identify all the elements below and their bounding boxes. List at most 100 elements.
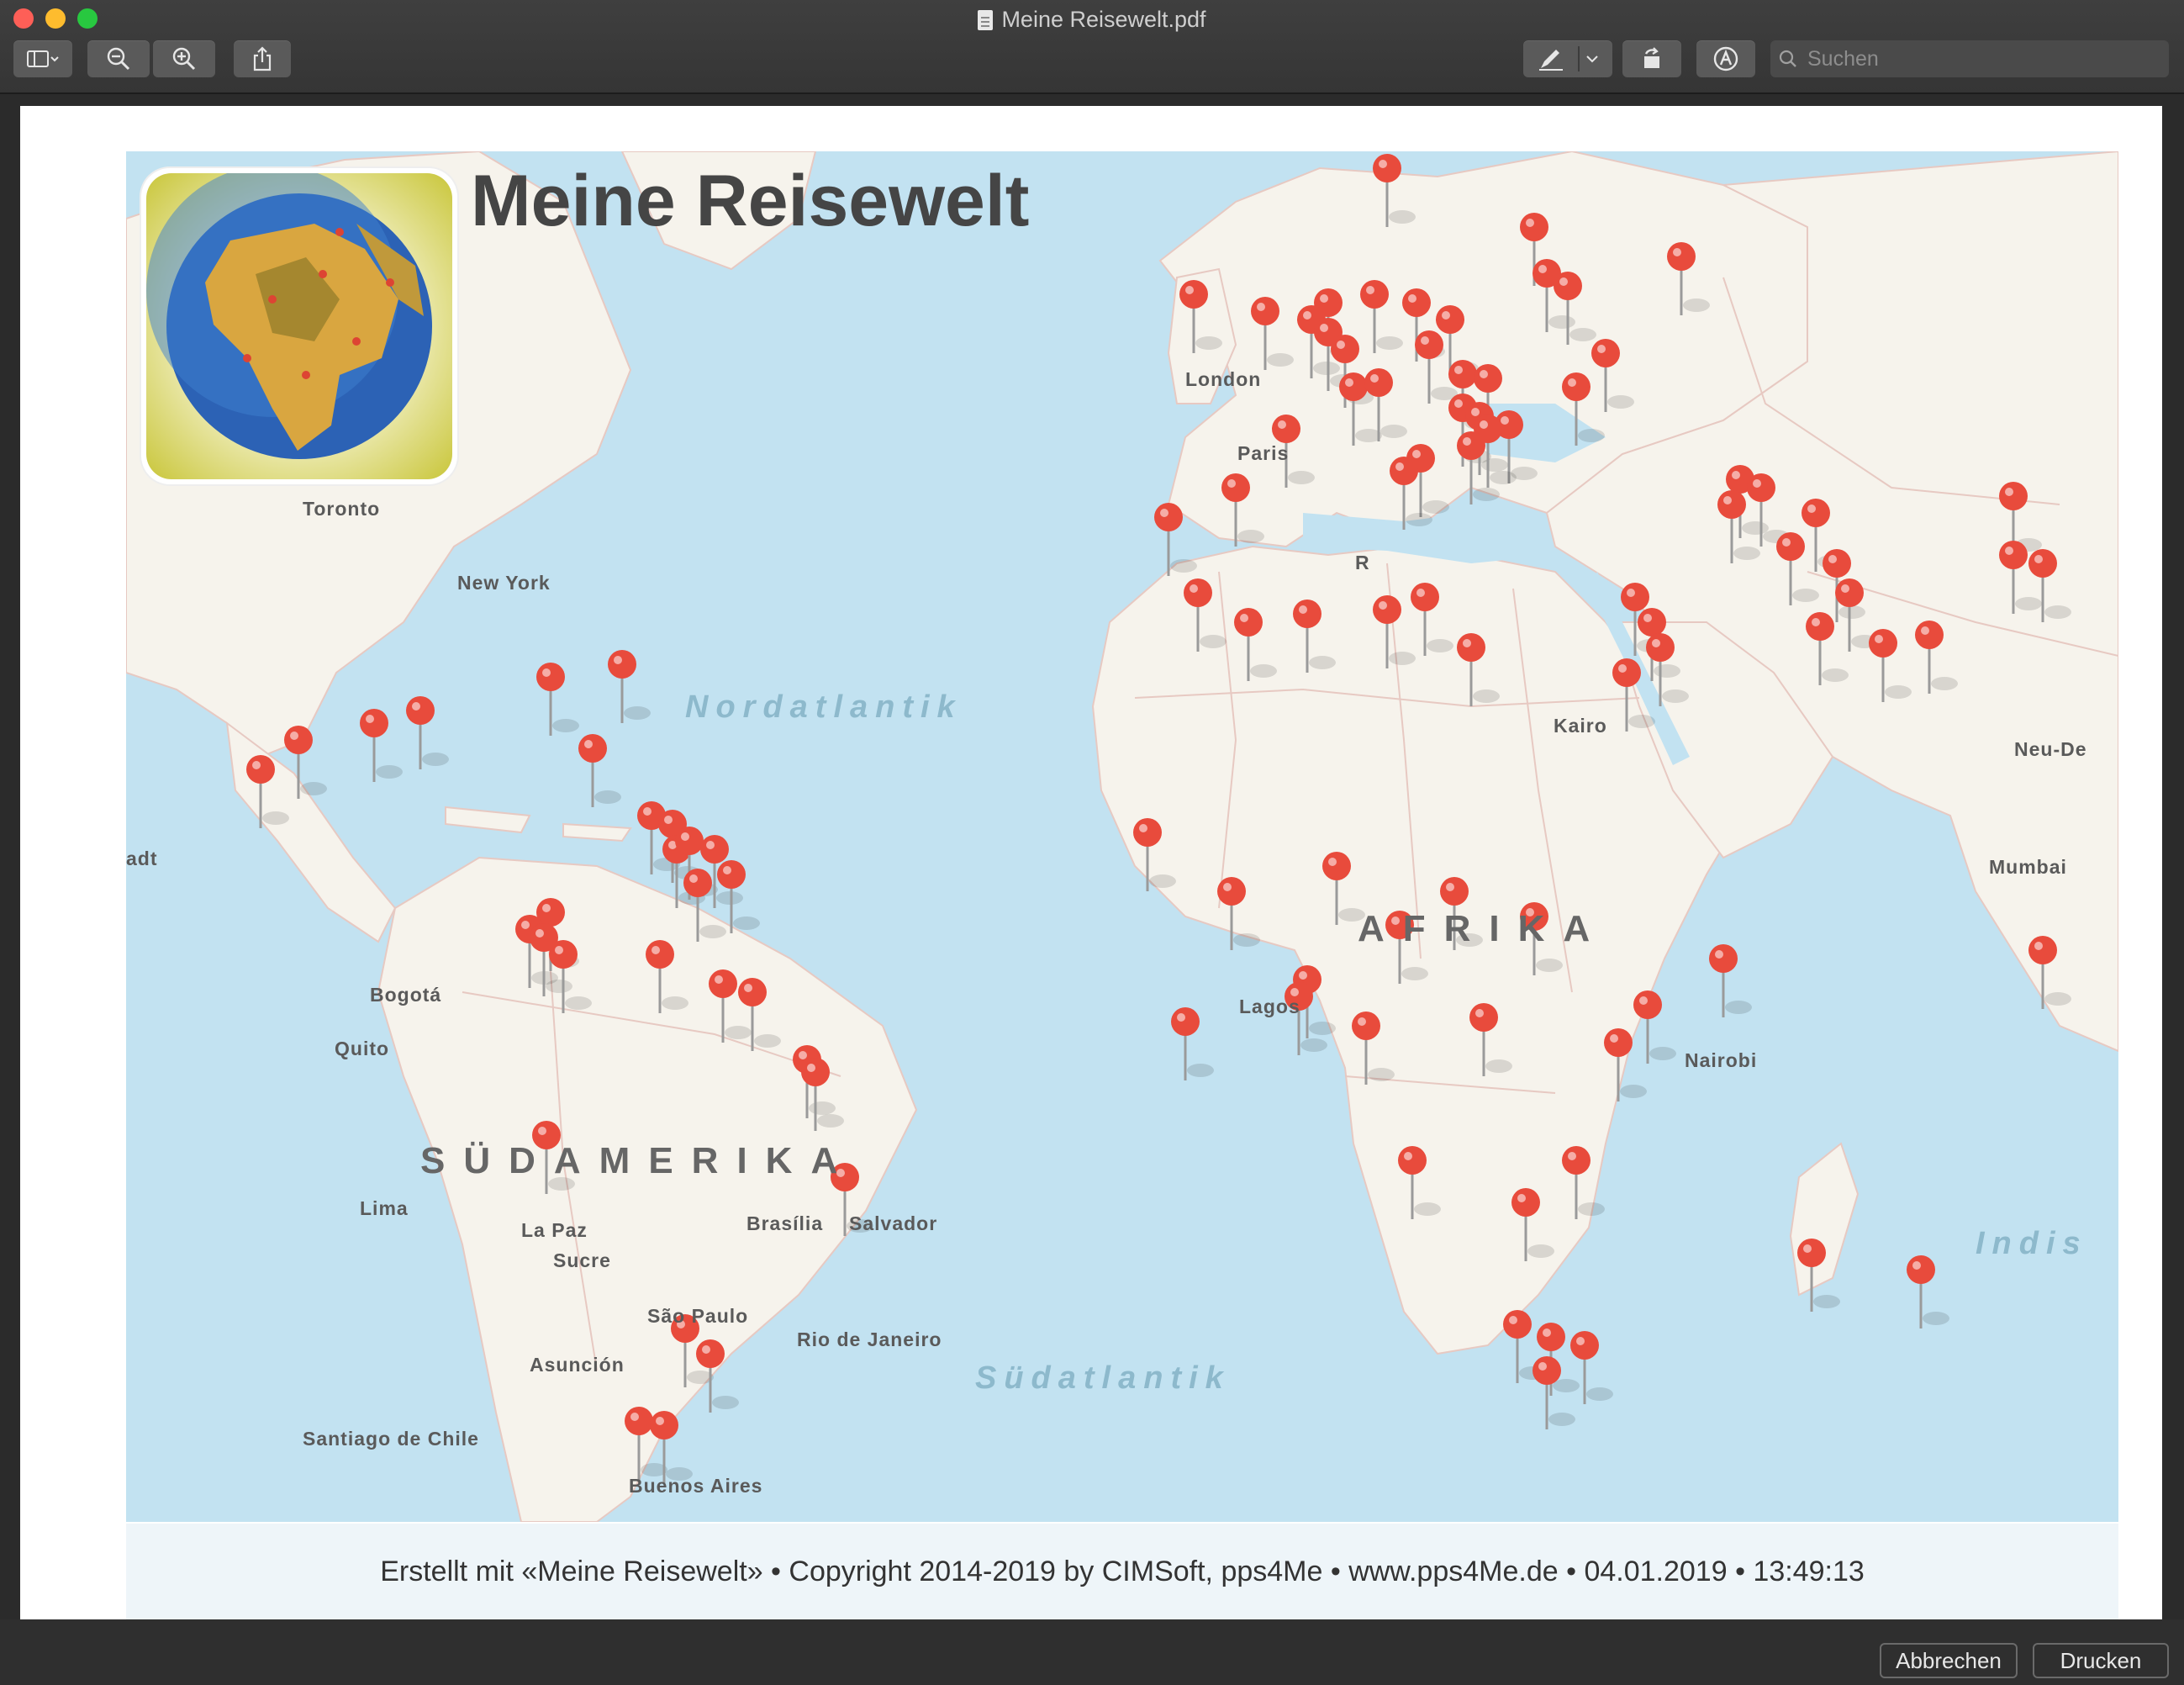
- map-pin: [360, 709, 403, 782]
- zoom-in-icon: [172, 47, 196, 71]
- map-pin: [646, 940, 688, 1013]
- continent-label-afrika: AFRIKA: [1358, 908, 1609, 949]
- pen-icon: [1539, 50, 1563, 71]
- city-label: Sucre: [553, 1249, 611, 1271]
- map-pin: [1411, 583, 1453, 656]
- city-label: Brasília: [746, 1212, 824, 1234]
- map-pin: [246, 755, 289, 828]
- map-pin: [1591, 339, 1634, 412]
- map-pin: [1171, 1007, 1214, 1080]
- map-pin: [578, 734, 621, 807]
- map-pin: [2028, 549, 2071, 622]
- city-label: Paris: [1237, 442, 1290, 464]
- map-pin: [1133, 818, 1176, 891]
- city-label: Lagos: [1239, 996, 1300, 1017]
- map-pin: [1360, 280, 1403, 353]
- city-label: Neu-De: [2014, 738, 2087, 760]
- map-pin: [1457, 633, 1500, 706]
- app-logo-globe: [141, 165, 457, 484]
- map-pin: [1612, 658, 1655, 732]
- city-label: Buenos Aires: [629, 1475, 763, 1497]
- city-label: Toronto: [303, 498, 381, 520]
- rotate-icon: [1644, 47, 1659, 68]
- map-pin: [1184, 578, 1227, 652]
- city-label: Santiago de Chile: [303, 1428, 479, 1450]
- zoom-out-icon: [107, 47, 130, 71]
- map-pin: [608, 650, 651, 723]
- map-pin: [1217, 877, 1260, 950]
- search-field[interactable]: [1770, 40, 2169, 77]
- city-label: R: [1355, 552, 1370, 573]
- map-pin: [1806, 612, 1849, 685]
- continent-label-suedamerika: SÜDAMERIKA: [420, 1140, 857, 1181]
- city-label: Rio de Janeiro: [797, 1328, 942, 1350]
- city-label: Lima: [360, 1197, 409, 1219]
- search-input[interactable]: [1806, 45, 2162, 72]
- map-pin: [1562, 1146, 1605, 1219]
- map-pin: [1154, 503, 1197, 576]
- map-pin: [406, 696, 449, 769]
- ocean-label-indis: Indis: [1976, 1226, 2088, 1261]
- map-pin: [1179, 280, 1222, 353]
- map-pin: [1554, 272, 1596, 345]
- cancel-button[interactable]: Abbrechen: [1880, 1643, 2018, 1678]
- map-pin: [1570, 1331, 1613, 1404]
- map-pin: [1709, 944, 1752, 1017]
- title-bar: Meine Reisewelt.pdf: [0, 0, 2184, 94]
- map-pin: [1667, 242, 1710, 315]
- city-label: Asunción: [530, 1354, 625, 1376]
- map-pin: [1251, 297, 1294, 370]
- window-title: Meine Reisewelt.pdf: [0, 3, 2184, 35]
- city-label: adt: [126, 848, 158, 869]
- map-pin: [1234, 608, 1277, 681]
- map-pin: [738, 978, 781, 1051]
- sidebar-toggle-button[interactable]: [13, 40, 72, 77]
- city-label: La Paz: [521, 1219, 588, 1241]
- map-pin: [1398, 1146, 1441, 1219]
- city-label: Mumbai: [1989, 856, 2067, 878]
- city-label: Salvador: [849, 1212, 938, 1234]
- sidebar-icon: [27, 50, 59, 67]
- print-dialog-bar: Abbrechen Drucken: [0, 1619, 2184, 1685]
- city-label: Bogotá: [370, 984, 442, 1006]
- map-pin: [1907, 1255, 1949, 1328]
- pdf-document-icon: [978, 10, 994, 30]
- map-pin: [1776, 532, 1819, 605]
- share-icon: [253, 46, 272, 71]
- city-label: London: [1185, 368, 1262, 390]
- map-pin: [2028, 936, 2071, 1009]
- city-label: Nairobi: [1685, 1049, 1758, 1071]
- map-pin: [1604, 1028, 1647, 1101]
- map-pin: [1511, 1188, 1554, 1261]
- map-pin: [1633, 990, 1676, 1064]
- chevron-down-icon: [1586, 55, 1598, 63]
- map-pin: [1373, 595, 1416, 668]
- map-pin: [1562, 372, 1605, 446]
- map-pin: [1915, 621, 1958, 694]
- city-label: Quito: [335, 1038, 390, 1059]
- map-pin: [284, 726, 327, 799]
- map-pin: [1797, 1239, 1840, 1312]
- zoom-in-button[interactable]: [153, 40, 215, 77]
- map-pin: [536, 663, 579, 736]
- map-pin: [1352, 1012, 1395, 1085]
- map-pin: [1469, 1003, 1512, 1076]
- rotate-button[interactable]: [1622, 40, 1681, 77]
- globe-icon: [146, 165, 432, 459]
- ocean-label-suedatlantik: Südatlantik: [975, 1360, 1231, 1396]
- share-button[interactable]: [234, 40, 291, 77]
- page-footer: Erstellt mit «Meine Reisewelt» • Copyrig…: [126, 1524, 2118, 1619]
- zoom-out-button[interactable]: [87, 40, 150, 77]
- search-icon: [1779, 50, 1796, 67]
- ocean-label-nordatlantik: Nordatlantik: [685, 689, 963, 725]
- city-label: São Paulo: [647, 1305, 749, 1327]
- map-pin: [1532, 1356, 1575, 1429]
- map-pin: [1869, 629, 1912, 702]
- map-pin: [1221, 473, 1264, 547]
- markup-pen-button[interactable]: [1523, 40, 1612, 77]
- map-title: Meine Reisewelt: [471, 161, 1030, 241]
- markup-icon: [1713, 46, 1738, 71]
- print-button[interactable]: Drucken: [2033, 1643, 2169, 1678]
- map-pin: [1373, 154, 1416, 227]
- annotate-button[interactable]: [1696, 40, 1755, 77]
